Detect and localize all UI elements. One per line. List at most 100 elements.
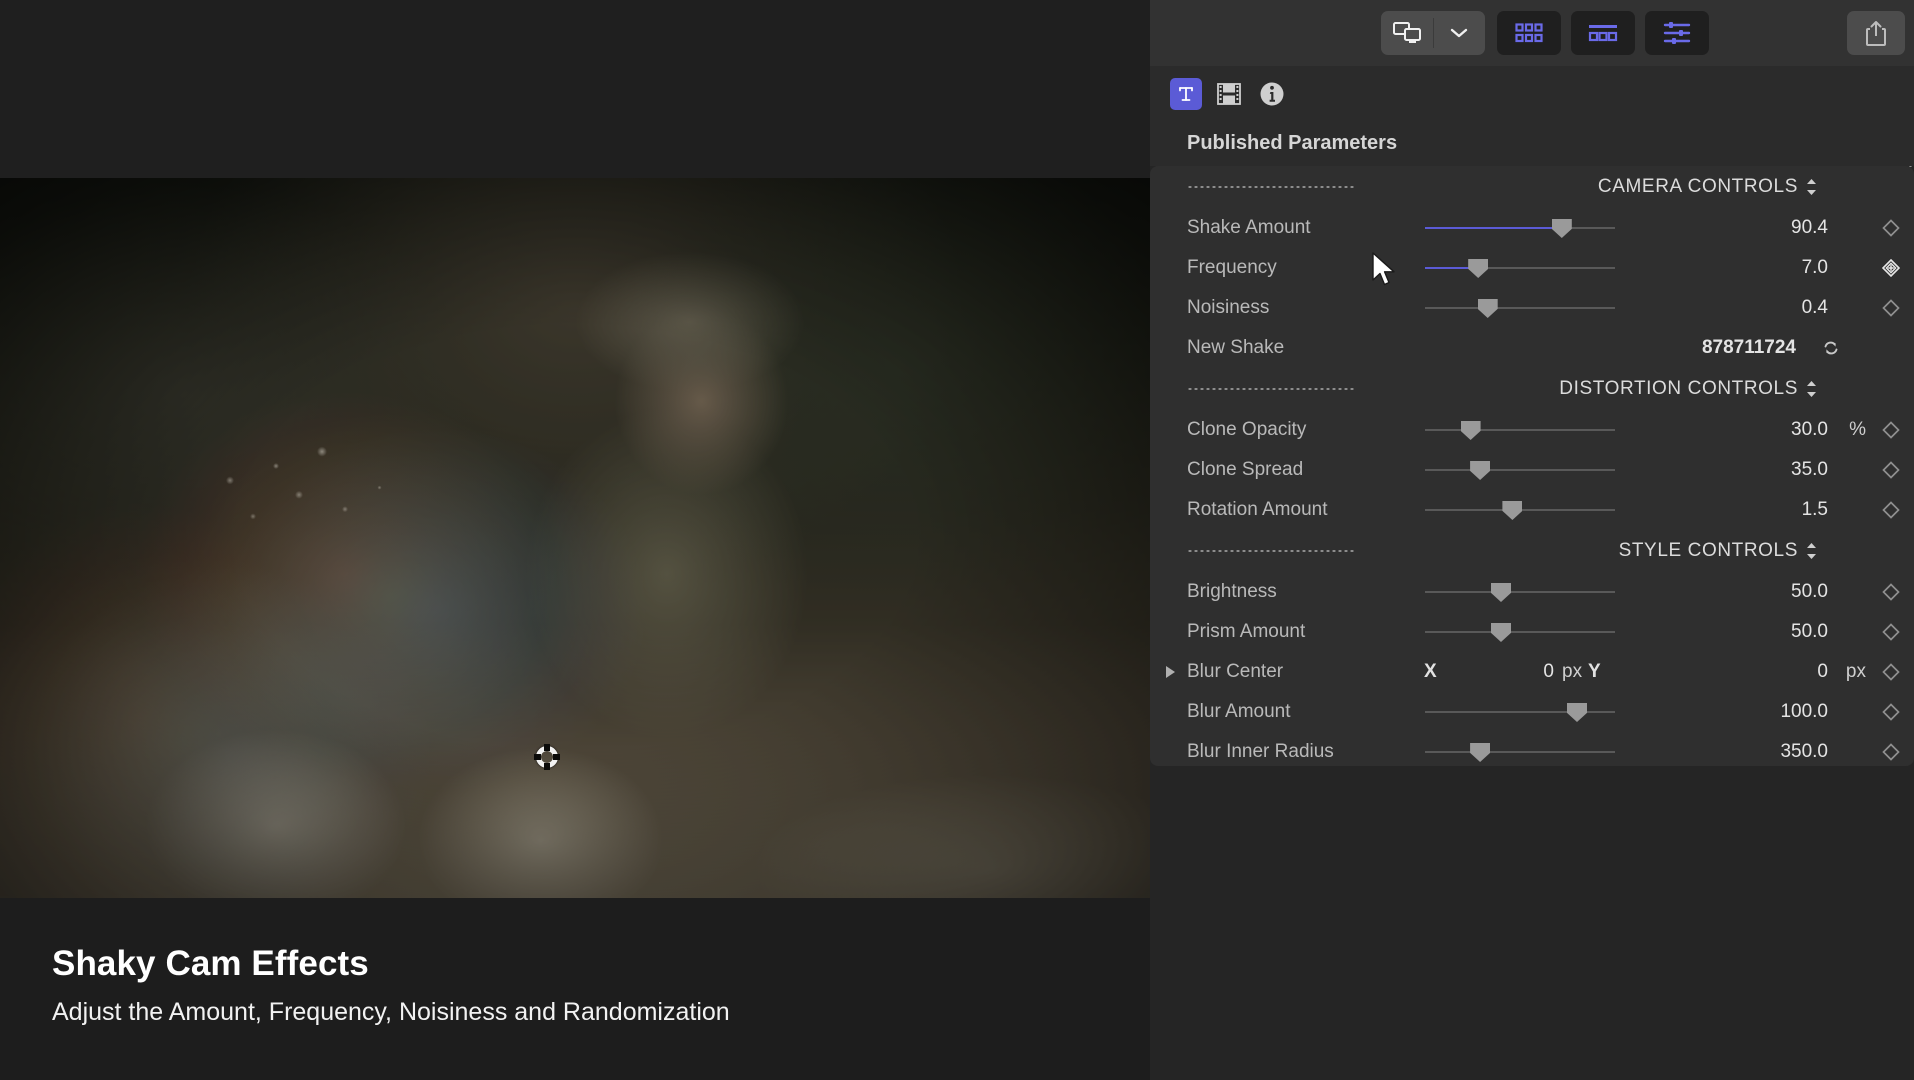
inspector-toggle-button[interactable] [1645,11,1709,55]
slider-track [1425,469,1615,471]
parameter-unit: % [1849,419,1866,441]
parameter-slider[interactable] [1425,297,1615,319]
slider-knob[interactable] [1502,501,1522,520]
parameter-value[interactable]: 35.0 [1791,459,1828,481]
keyframe-icon[interactable] [1882,299,1900,317]
slider-track [1425,429,1615,431]
parameter-value-y[interactable]: 0 [1817,661,1828,683]
viewer-top-bar [0,0,1150,178]
tab-video[interactable] [1213,78,1245,110]
parameter-slider[interactable] [1425,621,1615,643]
display-menu-button[interactable] [1434,11,1486,55]
slider-knob[interactable] [1470,743,1490,762]
parameter-row[interactable]: Frequency7.0 [1150,248,1914,288]
center-point-control[interactable] [536,746,558,768]
parameter-slider[interactable] [1425,499,1615,521]
section-dotted-rule [1187,388,1355,390]
app-window: Shaky Cam Effects Adjust the Amount, Fre… [0,0,1914,1080]
parameter-value[interactable]: 350.0 [1780,741,1828,763]
parameter-value[interactable]: 1.5 [1802,499,1828,521]
keyframe-add-icon[interactable] [1882,259,1900,277]
slider-knob[interactable] [1478,299,1498,318]
parameter-value[interactable]: 100.0 [1780,701,1828,723]
viewer-pane: Shaky Cam Effects Adjust the Amount, Fre… [0,0,1150,1080]
title-subhead: Adjust the Amount, Frequency, Noisiness … [52,998,730,1027]
timeline-toggle-button[interactable] [1571,11,1635,55]
parameter-value[interactable]: 50.0 [1791,581,1828,603]
share-icon [1865,20,1887,46]
parameter-section-header[interactable]: CAMERA CONTROLS [1150,166,1914,208]
section-title: CAMERA CONTROLS [1598,176,1798,198]
section-dotted-rule [1187,186,1355,188]
keyframe-icon[interactable] [1882,743,1900,761]
parameter-row[interactable]: Rotation Amount1.5 [1150,490,1914,530]
parameter-value[interactable]: 0.4 [1802,297,1828,319]
parameter-row[interactable]: Blur CenterX0pxY0px [1150,652,1914,692]
parameter-value-x[interactable]: 0 [1480,661,1554,683]
parameter-slider[interactable] [1425,701,1615,723]
title-headline: Shaky Cam Effects [52,944,369,984]
parameter-row[interactable]: Brightness50.0 [1150,572,1914,612]
display-options-button[interactable] [1381,11,1433,55]
slider-fill [1425,227,1562,230]
slider-knob[interactable] [1470,461,1490,480]
inspector-pane: No Fade 00:00:04: Published Parameters C… [1150,0,1914,1080]
screens-icon [1393,22,1421,44]
parameter-row[interactable]: Prism Amount50.0 [1150,612,1914,652]
parameter-slider[interactable] [1425,217,1615,239]
display-options-segment[interactable] [1381,11,1485,55]
slider-knob[interactable] [1491,623,1511,642]
parameter-slider[interactable] [1425,741,1615,763]
keyframe-icon[interactable] [1882,461,1900,479]
keyframe-icon[interactable] [1882,583,1900,601]
keyframe-icon[interactable] [1882,663,1900,681]
share-button[interactable] [1847,11,1905,55]
tab-info[interactable] [1256,78,1288,110]
axis-label-x: X [1424,661,1437,683]
parameter-section-header[interactable]: DISTORTION CONTROLS [1150,368,1914,410]
parameter-value[interactable]: 30.0 [1791,419,1828,441]
parameter-section-header[interactable]: STYLE CONTROLS [1150,530,1914,572]
parameter-row[interactable]: Blur Inner Radius350.0 [1150,732,1914,766]
browser-toggle-button[interactable] [1497,11,1561,55]
slider-track [1425,631,1615,633]
parameter-value[interactable]: 50.0 [1791,621,1828,643]
disclosure-triangle-icon[interactable] [1166,666,1175,678]
section-popup-icon[interactable] [1805,178,1818,196]
keyframe-icon[interactable] [1882,703,1900,721]
parameter-row[interactable]: Clone Spread35.0 [1150,450,1914,490]
parameter-label: Blur Amount [1187,701,1291,723]
parameter-value[interactable]: 7.0 [1802,257,1828,279]
keyframe-icon[interactable] [1882,421,1900,439]
slider-knob[interactable] [1567,703,1587,722]
parameter-slider[interactable] [1425,419,1615,441]
parameter-value[interactable]: 878711724 [1702,337,1796,359]
randomize-icon[interactable] [1822,339,1840,357]
control-gap-bottom [544,763,550,770]
tab-text[interactable] [1170,78,1202,110]
parameter-row[interactable]: Blur Amount 100.0 [1150,692,1914,732]
keyframe-icon[interactable] [1882,501,1900,519]
control-gap-right [553,754,560,760]
slider-knob[interactable] [1552,219,1572,238]
slider-knob[interactable] [1468,259,1488,278]
video-preview[interactable] [0,178,1150,898]
lower-third-titles: Shaky Cam Effects Adjust the Amount, Fre… [0,898,1150,1080]
parameters-list: CAMERA CONTROLS Shake Amount90.4Frequency… [1150,166,1914,766]
parameter-slider[interactable] [1425,257,1615,279]
section-popup-icon[interactable] [1805,380,1818,398]
parameter-slider[interactable] [1425,459,1615,481]
section-popup-icon[interactable] [1805,542,1818,560]
parameter-slider[interactable] [1425,581,1615,603]
keyframe-icon[interactable] [1882,623,1900,641]
parameter-row[interactable]: Noisiness 0.4 [1150,288,1914,328]
text-T-icon [1176,84,1196,104]
parameter-row[interactable]: Shake Amount90.4 [1150,208,1914,248]
parameter-row[interactable]: Clone Opacity30.0% [1150,410,1914,450]
slider-knob[interactable] [1461,421,1481,440]
parameter-row[interactable]: New Shake878711724 [1150,328,1914,368]
parameter-label: Noisiness [1187,297,1269,319]
keyframe-icon[interactable] [1882,219,1900,237]
slider-knob[interactable] [1491,583,1511,602]
parameter-value[interactable]: 90.4 [1791,217,1828,239]
